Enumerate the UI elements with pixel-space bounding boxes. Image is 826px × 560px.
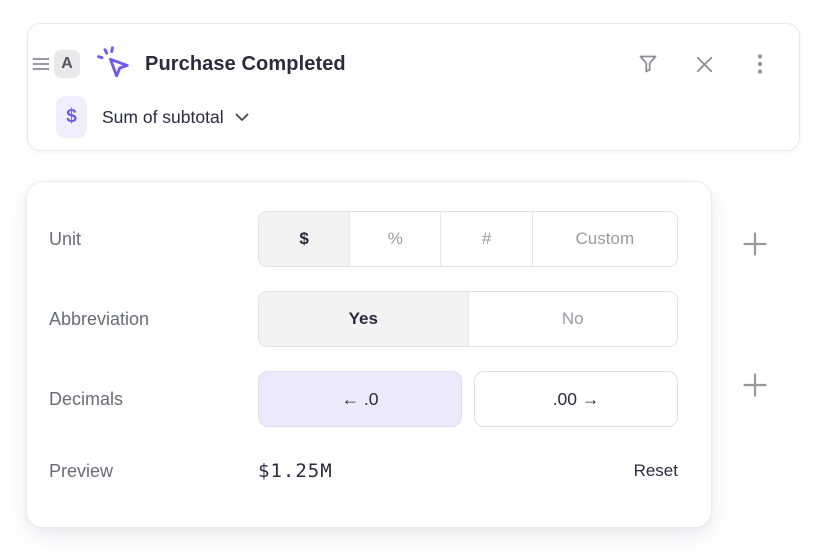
metric-row: $ Sum of subtotal	[56, 94, 249, 140]
event-title[interactable]: Purchase Completed	[145, 53, 346, 76]
abbreviation-label: Abbreviation	[49, 309, 258, 330]
unit-option-number[interactable]: #	[441, 212, 532, 266]
drag-handle-icon[interactable]	[32, 56, 50, 72]
decimals-controls: ← .0 .00 →	[258, 371, 678, 427]
unit-row: Unit $ % # Custom	[49, 211, 678, 267]
preview-label: Preview	[49, 461, 258, 482]
decimals-label: Decimals	[49, 389, 258, 410]
abbreviation-segmented-control: Yes No	[258, 291, 678, 347]
decimals-decrease-button[interactable]: ← .0	[258, 371, 462, 427]
unit-option-percent[interactable]: %	[350, 212, 441, 266]
abbreviation-option-no[interactable]: No	[469, 292, 678, 346]
metric-selector[interactable]: Sum of subtotal	[87, 107, 249, 128]
event-card-header: A Purchase Completed	[32, 46, 773, 82]
cursor-click-icon	[96, 46, 133, 83]
unit-label: Unit	[49, 229, 258, 250]
kebab-menu-icon[interactable]	[747, 51, 773, 77]
chevron-down-icon	[235, 113, 249, 122]
metric-label: Sum of subtotal	[102, 107, 224, 128]
filter-icon[interactable]	[635, 51, 661, 77]
decimals-increase-button[interactable]: .00 →	[474, 371, 678, 427]
add-metric-plus-icon[interactable]	[741, 230, 769, 258]
decimals-row: Decimals ← .0 .00 →	[49, 371, 678, 427]
unit-option-dollar[interactable]: $	[259, 212, 350, 266]
event-card: A Purchase Completed	[27, 23, 800, 151]
preview-row: Preview $1.25M Reset	[49, 451, 678, 491]
reset-button[interactable]: Reset	[634, 461, 678, 481]
unit-segmented-control: $ % # Custom	[258, 211, 678, 267]
dollar-unit-icon: $	[56, 96, 87, 138]
preview-value: $1.25M	[258, 460, 333, 482]
abbreviation-option-yes[interactable]: Yes	[259, 292, 469, 346]
event-group-badge[interactable]: A	[54, 50, 80, 78]
number-format-panel: Unit $ % # Custom Abbreviation Yes No De…	[26, 181, 712, 528]
abbreviation-row: Abbreviation Yes No	[49, 291, 678, 347]
unit-option-custom[interactable]: Custom	[533, 212, 677, 266]
event-card-actions	[635, 51, 773, 77]
close-icon[interactable]	[691, 51, 717, 77]
add-filter-plus-icon[interactable]	[741, 371, 769, 399]
